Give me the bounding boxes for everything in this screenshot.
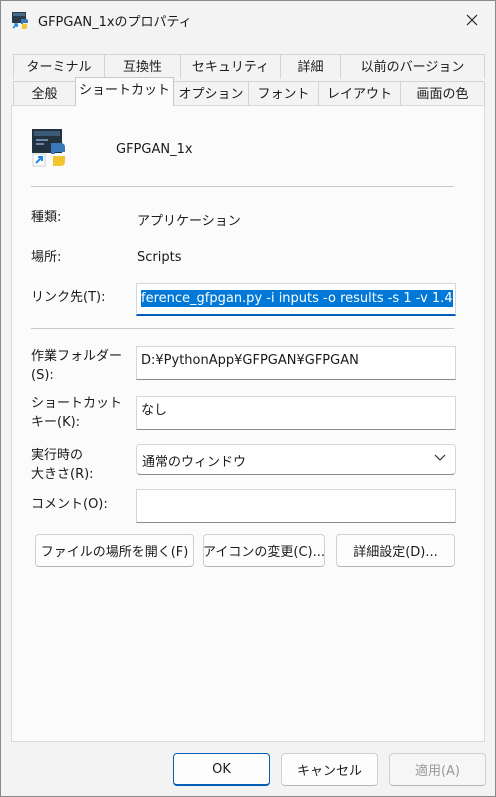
python-shortcut-icon <box>12 12 28 29</box>
close-icon <box>466 14 478 26</box>
startin-field[interactable]: D:¥PythonApp¥GFPGAN¥GFPGAN <box>136 346 456 380</box>
chevron-down-icon <box>434 454 446 461</box>
divider <box>31 186 454 187</box>
shortcut-name: GFPGAN_1x <box>116 142 193 157</box>
target-label: リンク先(T): <box>31 290 106 305</box>
tab-general[interactable]: 全般 <box>13 81 76 106</box>
advanced-settings-button[interactable]: 詳細設定(D)... <box>336 534 455 567</box>
location-value: Scripts <box>137 250 182 265</box>
run-label: 実行時の 大きさ(R): <box>31 448 94 482</box>
cancel-button[interactable]: キャンセル <box>281 753 378 786</box>
open-file-location-button[interactable]: ファイルの場所を開く(F) <box>35 534 194 567</box>
tab-layout[interactable]: レイアウト <box>318 81 401 106</box>
tab-terminal[interactable]: ターミナル <box>13 54 105 79</box>
hotkey-label: ショートカット キー(K): <box>31 396 123 430</box>
target-value: ference_gfpgan.py -i inputs -o results -… <box>141 290 453 307</box>
properties-window: GFPGAN_1xのプロパティ ターミナル 互換性 セキュリティ 詳細 以前のバ… <box>0 0 496 797</box>
close-button[interactable] <box>449 1 495 39</box>
shortcut-app-icon <box>32 129 65 167</box>
tab-colors[interactable]: 画面の色 <box>400 81 485 106</box>
comment-label: コメント(O): <box>31 497 108 512</box>
tab-shortcut[interactable]: ショートカット <box>75 77 174 106</box>
run-select[interactable]: 通常のウィンドウ <box>136 444 456 475</box>
type-label: 種類: <box>31 210 62 225</box>
location-label: 場所: <box>31 250 62 265</box>
tab-security[interactable]: セキュリティ <box>180 54 281 79</box>
tab-details[interactable]: 詳細 <box>280 54 341 79</box>
apply-button[interactable]: 適用(A) <box>389 753 486 786</box>
tab-font[interactable]: フォント <box>248 81 319 106</box>
title-bar: GFPGAN_1xのプロパティ <box>1 1 495 39</box>
tab-options[interactable]: オプション <box>173 81 249 106</box>
change-icon-button[interactable]: アイコンの変更(C)... <box>203 534 325 567</box>
window-title: GFPGAN_1xのプロパティ <box>38 15 192 30</box>
tab-compatibility[interactable]: 互換性 <box>104 54 181 79</box>
type-value: アプリケーション <box>137 214 241 229</box>
startin-label: 作業フォルダー (S): <box>31 349 123 383</box>
comment-field[interactable] <box>136 489 456 523</box>
divider <box>31 328 454 329</box>
tab-previous-versions[interactable]: 以前のバージョン <box>340 54 485 79</box>
hotkey-field[interactable]: なし <box>136 396 456 430</box>
run-select-value: 通常のウィンドウ <box>142 455 247 470</box>
ok-button[interactable]: OK <box>173 753 270 786</box>
target-field[interactable]: ference_gfpgan.py -i inputs -o results -… <box>136 283 456 316</box>
shortcut-panel: GFPGAN_1x 種類: アプリケーション 場所: Scripts リンク先(… <box>11 105 485 742</box>
